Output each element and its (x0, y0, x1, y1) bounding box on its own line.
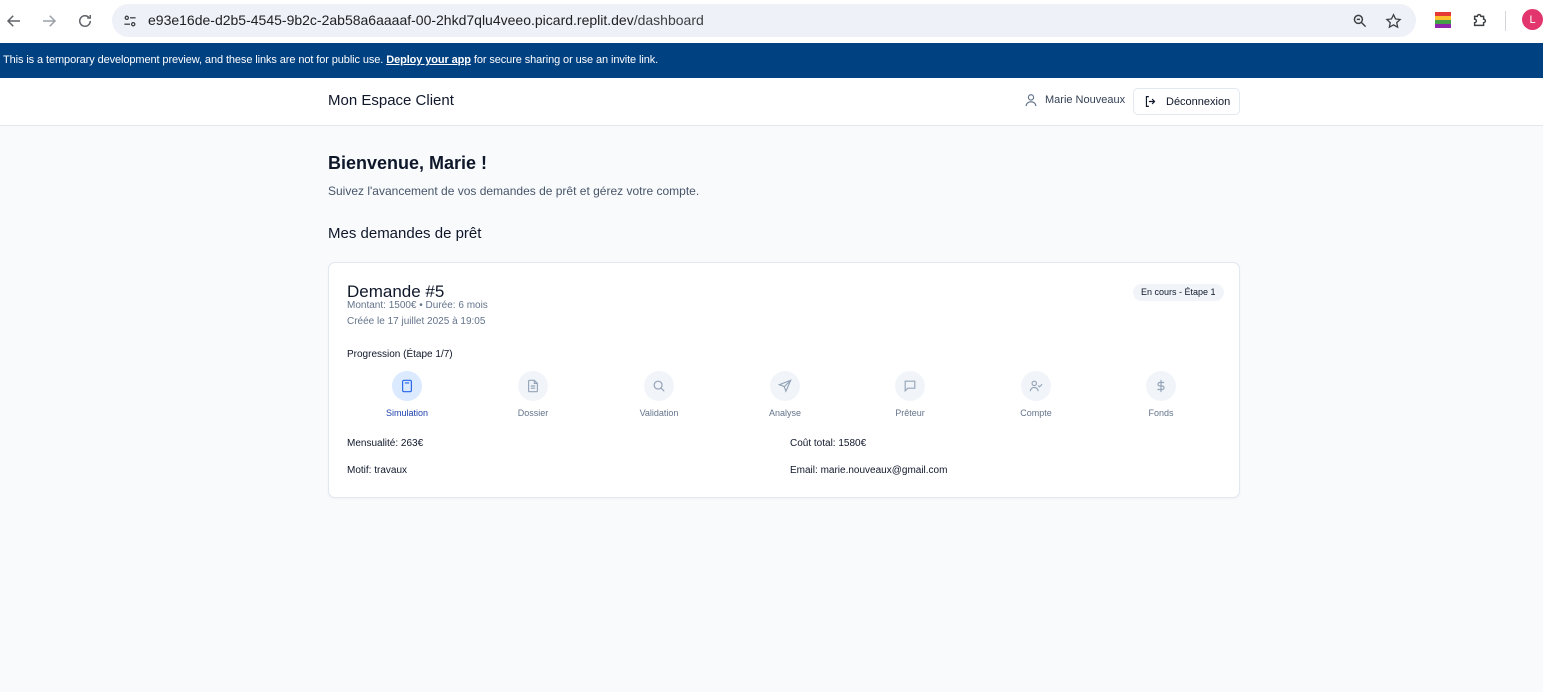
status-badge: En cours - Étape 1 (1133, 284, 1224, 301)
logout-label: Déconnexion (1166, 95, 1231, 108)
message-square-icon (895, 371, 925, 401)
step-analyse: Analyse (735, 371, 835, 418)
step-label: Analyse (768, 408, 802, 418)
url-host: e93e16de-d2b5-4545-9b2c-2ab58a6aaaaf-00-… (148, 12, 634, 28)
step-label: Validation (639, 408, 679, 418)
deploy-app-link[interactable]: Deploy your app (386, 54, 471, 66)
address-bar[interactable]: e93e16de-d2b5-4545-9b2c-2ab58a6aaaaf-00-… (112, 4, 1416, 37)
step-compte: Compte (986, 371, 1086, 418)
step-validation: Validation (609, 371, 709, 418)
banner-text-before: This is a temporary development preview,… (3, 54, 387, 66)
search-icon (644, 371, 674, 401)
request-created-date: Créée le 17 juillet 2025 à 19:05 (347, 316, 486, 327)
step-preteur: Prêteur (860, 371, 960, 418)
step-label: Simulation (385, 408, 429, 418)
step-label: Prêteur (895, 408, 925, 418)
logout-icon (1145, 96, 1156, 107)
banner-text-after: for secure sharing or use an invite link… (470, 54, 659, 66)
step-fonds: Fonds (1111, 371, 1211, 418)
profile-avatar[interactable]: L (1522, 9, 1543, 30)
contact-email-label: Email: (790, 465, 818, 476)
contact-email-value: marie.nouveaux@gmail.com (817, 465, 948, 476)
url-text[interactable]: e93e16de-d2b5-4545-9b2c-2ab58a6aaaaf-00-… (148, 12, 704, 28)
step-dossier: Dossier (483, 371, 583, 418)
monthly-payment: Mensualité: 263€ (347, 438, 423, 449)
dev-preview-banner: This is a temporary development preview,… (0, 43, 1543, 78)
step-label: Compte (1020, 408, 1052, 418)
step-label: Fonds (1148, 408, 1174, 418)
user-name: Marie Nouveaux (1045, 94, 1126, 106)
step-simulation: Simulation (357, 371, 457, 418)
site-settings-icon[interactable] (120, 11, 140, 31)
total-cost-label: Coût total: (790, 438, 836, 449)
monthly-payment-label: Mensualité: (347, 438, 399, 449)
color-extension-icon[interactable] (1432, 9, 1454, 31)
back-arrow-icon[interactable] (2, 9, 26, 33)
logout-button[interactable]: Déconnexion (1133, 88, 1240, 115)
request-amount-duration: Montant: 1500€ • Durée: 6 mois (347, 300, 488, 311)
welcome-heading: Bienvenue, Marie ! (328, 153, 488, 173)
total-cost-value: 1580€ (835, 438, 867, 449)
file-text-icon (518, 371, 548, 401)
forward-arrow-icon[interactable] (37, 9, 61, 33)
bookmark-star-icon[interactable] (1383, 11, 1403, 31)
welcome-subtitle: Suivez l'avancement de vos demandes de p… (328, 184, 700, 198)
step-label: Dossier (517, 408, 549, 418)
request-title: Demande #5 (347, 282, 445, 301)
calculator-icon (392, 371, 422, 401)
browser-toolbar: e93e16de-d2b5-4545-9b2c-2ab58a6aaaaf-00-… (0, 0, 1543, 43)
reload-icon[interactable] (73, 9, 97, 33)
app-header: Mon Espace Client Marie Nouveaux Déconne… (0, 78, 1543, 126)
user-icon (1024, 93, 1040, 109)
send-icon (770, 371, 800, 401)
toolbar-divider (1505, 11, 1506, 31)
loan-purpose-label: Motif: (347, 465, 372, 476)
monthly-payment-value: 263€ (398, 438, 424, 449)
contact-email: Email: marie.nouveaux@gmail.com (790, 465, 947, 476)
user-check-icon (1021, 371, 1051, 401)
url-path: /dashboard (633, 12, 704, 28)
zoom-icon[interactable] (1350, 11, 1370, 31)
loan-purpose: Motif: travaux (347, 465, 407, 476)
dollar-sign-icon (1146, 371, 1176, 401)
brand-title: Mon Espace Client (328, 92, 454, 109)
progress-label: Progression (Étape 1/7) (347, 349, 453, 360)
progress-steps: Simulation Dossier Validation Analyse Pr… (344, 371, 1224, 421)
total-cost: Coût total: 1580€ (790, 438, 866, 449)
extensions-puzzle-icon[interactable] (1469, 9, 1491, 31)
loan-purpose-value: travaux (371, 465, 408, 476)
loan-requests-heading: Mes demandes de prêt (328, 225, 482, 242)
loan-request-card: Demande #5 Montant: 1500€ • Durée: 6 moi… (328, 262, 1240, 498)
